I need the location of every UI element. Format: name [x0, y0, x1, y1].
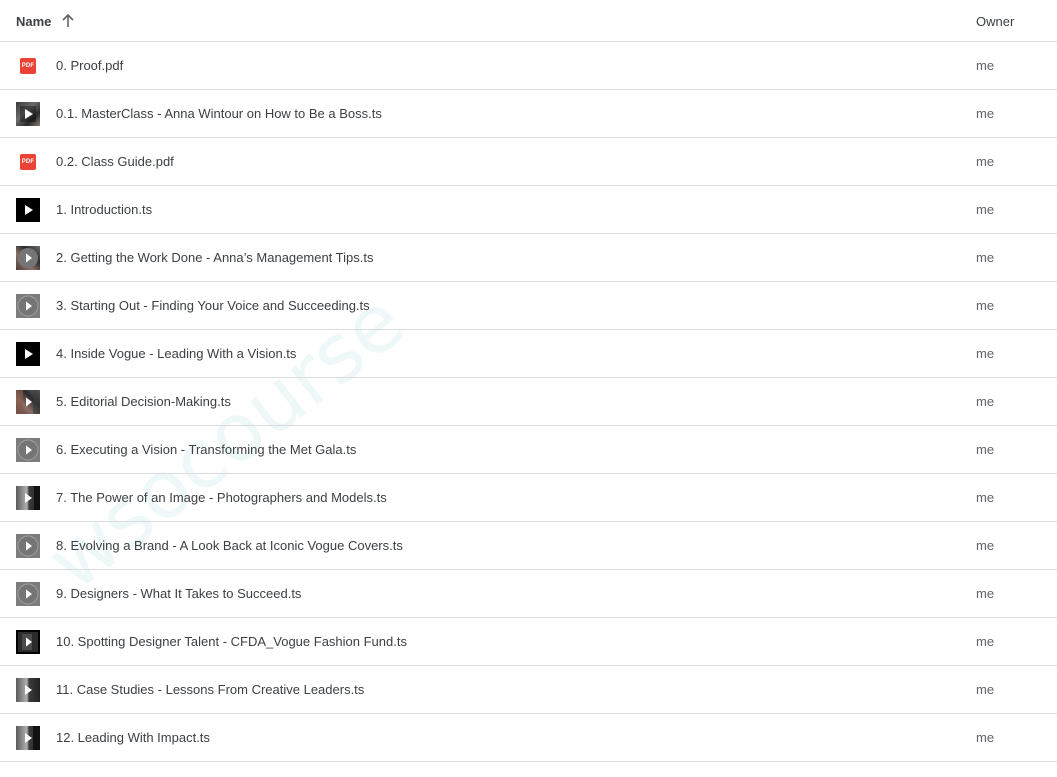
file-name: 11. Case Studies - Lessons From Creative… [56, 682, 365, 697]
file-owner: me [976, 106, 995, 121]
sort-ascending-arrow-icon[interactable] [61, 13, 75, 28]
pdf-icon: PDF [16, 150, 40, 174]
video-thumbnail [16, 726, 40, 750]
play-icon [18, 248, 38, 268]
video-thumbnail-icon [16, 198, 40, 222]
file-owner: me [976, 490, 995, 505]
file-name: 5. Editorial Decision-Making.ts [56, 394, 231, 409]
file-row[interactable]: PDF 0.2. Class Guide.pdf me [0, 138, 1057, 186]
video-thumbnail-icon [16, 486, 40, 510]
video-thumbnail-icon [16, 438, 40, 462]
file-list: wsocourse Name Owner PDF 0. Proof.pdf me [0, 0, 1057, 777]
play-icon [25, 349, 33, 359]
file-row[interactable]: 0.1. MasterClass - Anna Wintour on How t… [0, 90, 1057, 138]
file-name: 0.2. Class Guide.pdf [56, 154, 174, 169]
play-icon [20, 106, 36, 122]
video-thumbnail-icon [16, 390, 40, 414]
file-row[interactable]: 5. Editorial Decision-Making.ts me [0, 378, 1057, 426]
file-name: 12. Leading With Impact.ts [56, 730, 210, 745]
video-thumbnail-icon [16, 294, 40, 318]
video-thumbnail [16, 102, 40, 126]
play-icon [25, 486, 40, 510]
video-thumbnail [16, 582, 40, 606]
video-thumbnail-icon [16, 246, 40, 270]
pdf-icon: PDF [16, 54, 40, 78]
file-row[interactable]: 3. Starting Out - Finding Your Voice and… [0, 282, 1057, 330]
video-thumbnail-icon [16, 342, 40, 366]
file-owner: me [976, 298, 995, 313]
owner-column-header[interactable]: Owner [976, 0, 1014, 42]
video-thumbnail [16, 438, 40, 462]
file-owner: me [976, 682, 995, 697]
file-name: 9. Designers - What It Takes to Succeed.… [56, 586, 302, 601]
file-name: 7. The Power of an Image - Photographers… [56, 490, 387, 505]
file-owner: me [976, 586, 995, 601]
play-icon [17, 439, 39, 461]
file-name: 2. Getting the Work Done - Anna’s Manage… [56, 250, 374, 265]
file-name: 3. Starting Out - Finding Your Voice and… [56, 298, 370, 313]
video-thumbnail-icon [16, 582, 40, 606]
video-thumbnail [16, 390, 40, 414]
video-thumbnail [16, 294, 40, 318]
file-name: 8. Evolving a Brand - A Look Back at Ico… [56, 538, 403, 553]
video-thumbnail-icon [16, 678, 40, 702]
video-thumbnail [16, 630, 40, 654]
file-name: 0.1. MasterClass - Anna Wintour on How t… [56, 106, 382, 121]
file-name: 0. Proof.pdf [56, 58, 124, 73]
file-owner: me [976, 442, 995, 457]
video-thumbnail [16, 534, 40, 558]
name-column-label: Name [16, 13, 52, 29]
file-owner: me [976, 202, 995, 217]
file-owner: me [976, 154, 995, 169]
file-owner: me [976, 634, 995, 649]
file-row[interactable]: 12. Leading With Impact.ts me [0, 714, 1057, 762]
video-thumbnail-icon [16, 102, 40, 126]
file-row[interactable]: 4. Inside Vogue - Leading With a Vision.… [0, 330, 1057, 378]
file-row[interactable]: 11. Case Studies - Lessons From Creative… [0, 666, 1057, 714]
owner-column-label: Owner [976, 13, 1015, 29]
file-name: 1. Introduction.ts [56, 202, 153, 217]
name-column-header[interactable]: Name [16, 0, 75, 42]
video-thumbnail-icon [16, 726, 40, 750]
video-thumbnail [16, 486, 40, 510]
file-name: 10. Spotting Designer Talent - CFDA_Vogu… [56, 634, 407, 649]
video-thumbnail-icon [16, 630, 40, 654]
file-name: 4. Inside Vogue - Leading With a Vision.… [56, 346, 297, 361]
file-owner: me [976, 394, 995, 409]
play-icon [16, 390, 40, 414]
file-row[interactable]: 9. Designers - What It Takes to Succeed.… [0, 570, 1057, 618]
play-icon [17, 583, 39, 605]
file-owner: me [976, 346, 995, 361]
file-owner: me [976, 730, 995, 745]
play-icon [18, 632, 38, 652]
file-row[interactable]: PDF 0. Proof.pdf me [0, 42, 1057, 90]
file-name: 6. Executing a Vision - Transforming the… [56, 442, 357, 457]
play-icon [17, 535, 39, 557]
play-icon [25, 726, 40, 750]
play-icon [17, 295, 39, 317]
video-thumbnail [16, 246, 40, 270]
file-owner: me [976, 250, 995, 265]
file-owner: me [976, 58, 995, 73]
video-thumbnail [16, 342, 40, 366]
video-thumbnail [16, 678, 40, 702]
video-thumbnail [16, 198, 40, 222]
file-row[interactable]: 7. The Power of an Image - Photographers… [0, 474, 1057, 522]
file-row[interactable]: 2. Getting the Work Done - Anna’s Manage… [0, 234, 1057, 282]
pdf-badge: PDF [20, 58, 36, 74]
play-icon [25, 685, 32, 695]
file-owner: me [976, 538, 995, 553]
pdf-badge: PDF [20, 154, 36, 170]
video-thumbnail-icon [16, 534, 40, 558]
file-row[interactable]: 8. Evolving a Brand - A Look Back at Ico… [0, 522, 1057, 570]
file-row[interactable]: 10. Spotting Designer Talent - CFDA_Vogu… [0, 618, 1057, 666]
file-row[interactable]: 6. Executing a Vision - Transforming the… [0, 426, 1057, 474]
file-row[interactable]: 1. Introduction.ts me [0, 186, 1057, 234]
play-icon [25, 205, 33, 215]
file-list-header: Name Owner [0, 0, 1057, 42]
